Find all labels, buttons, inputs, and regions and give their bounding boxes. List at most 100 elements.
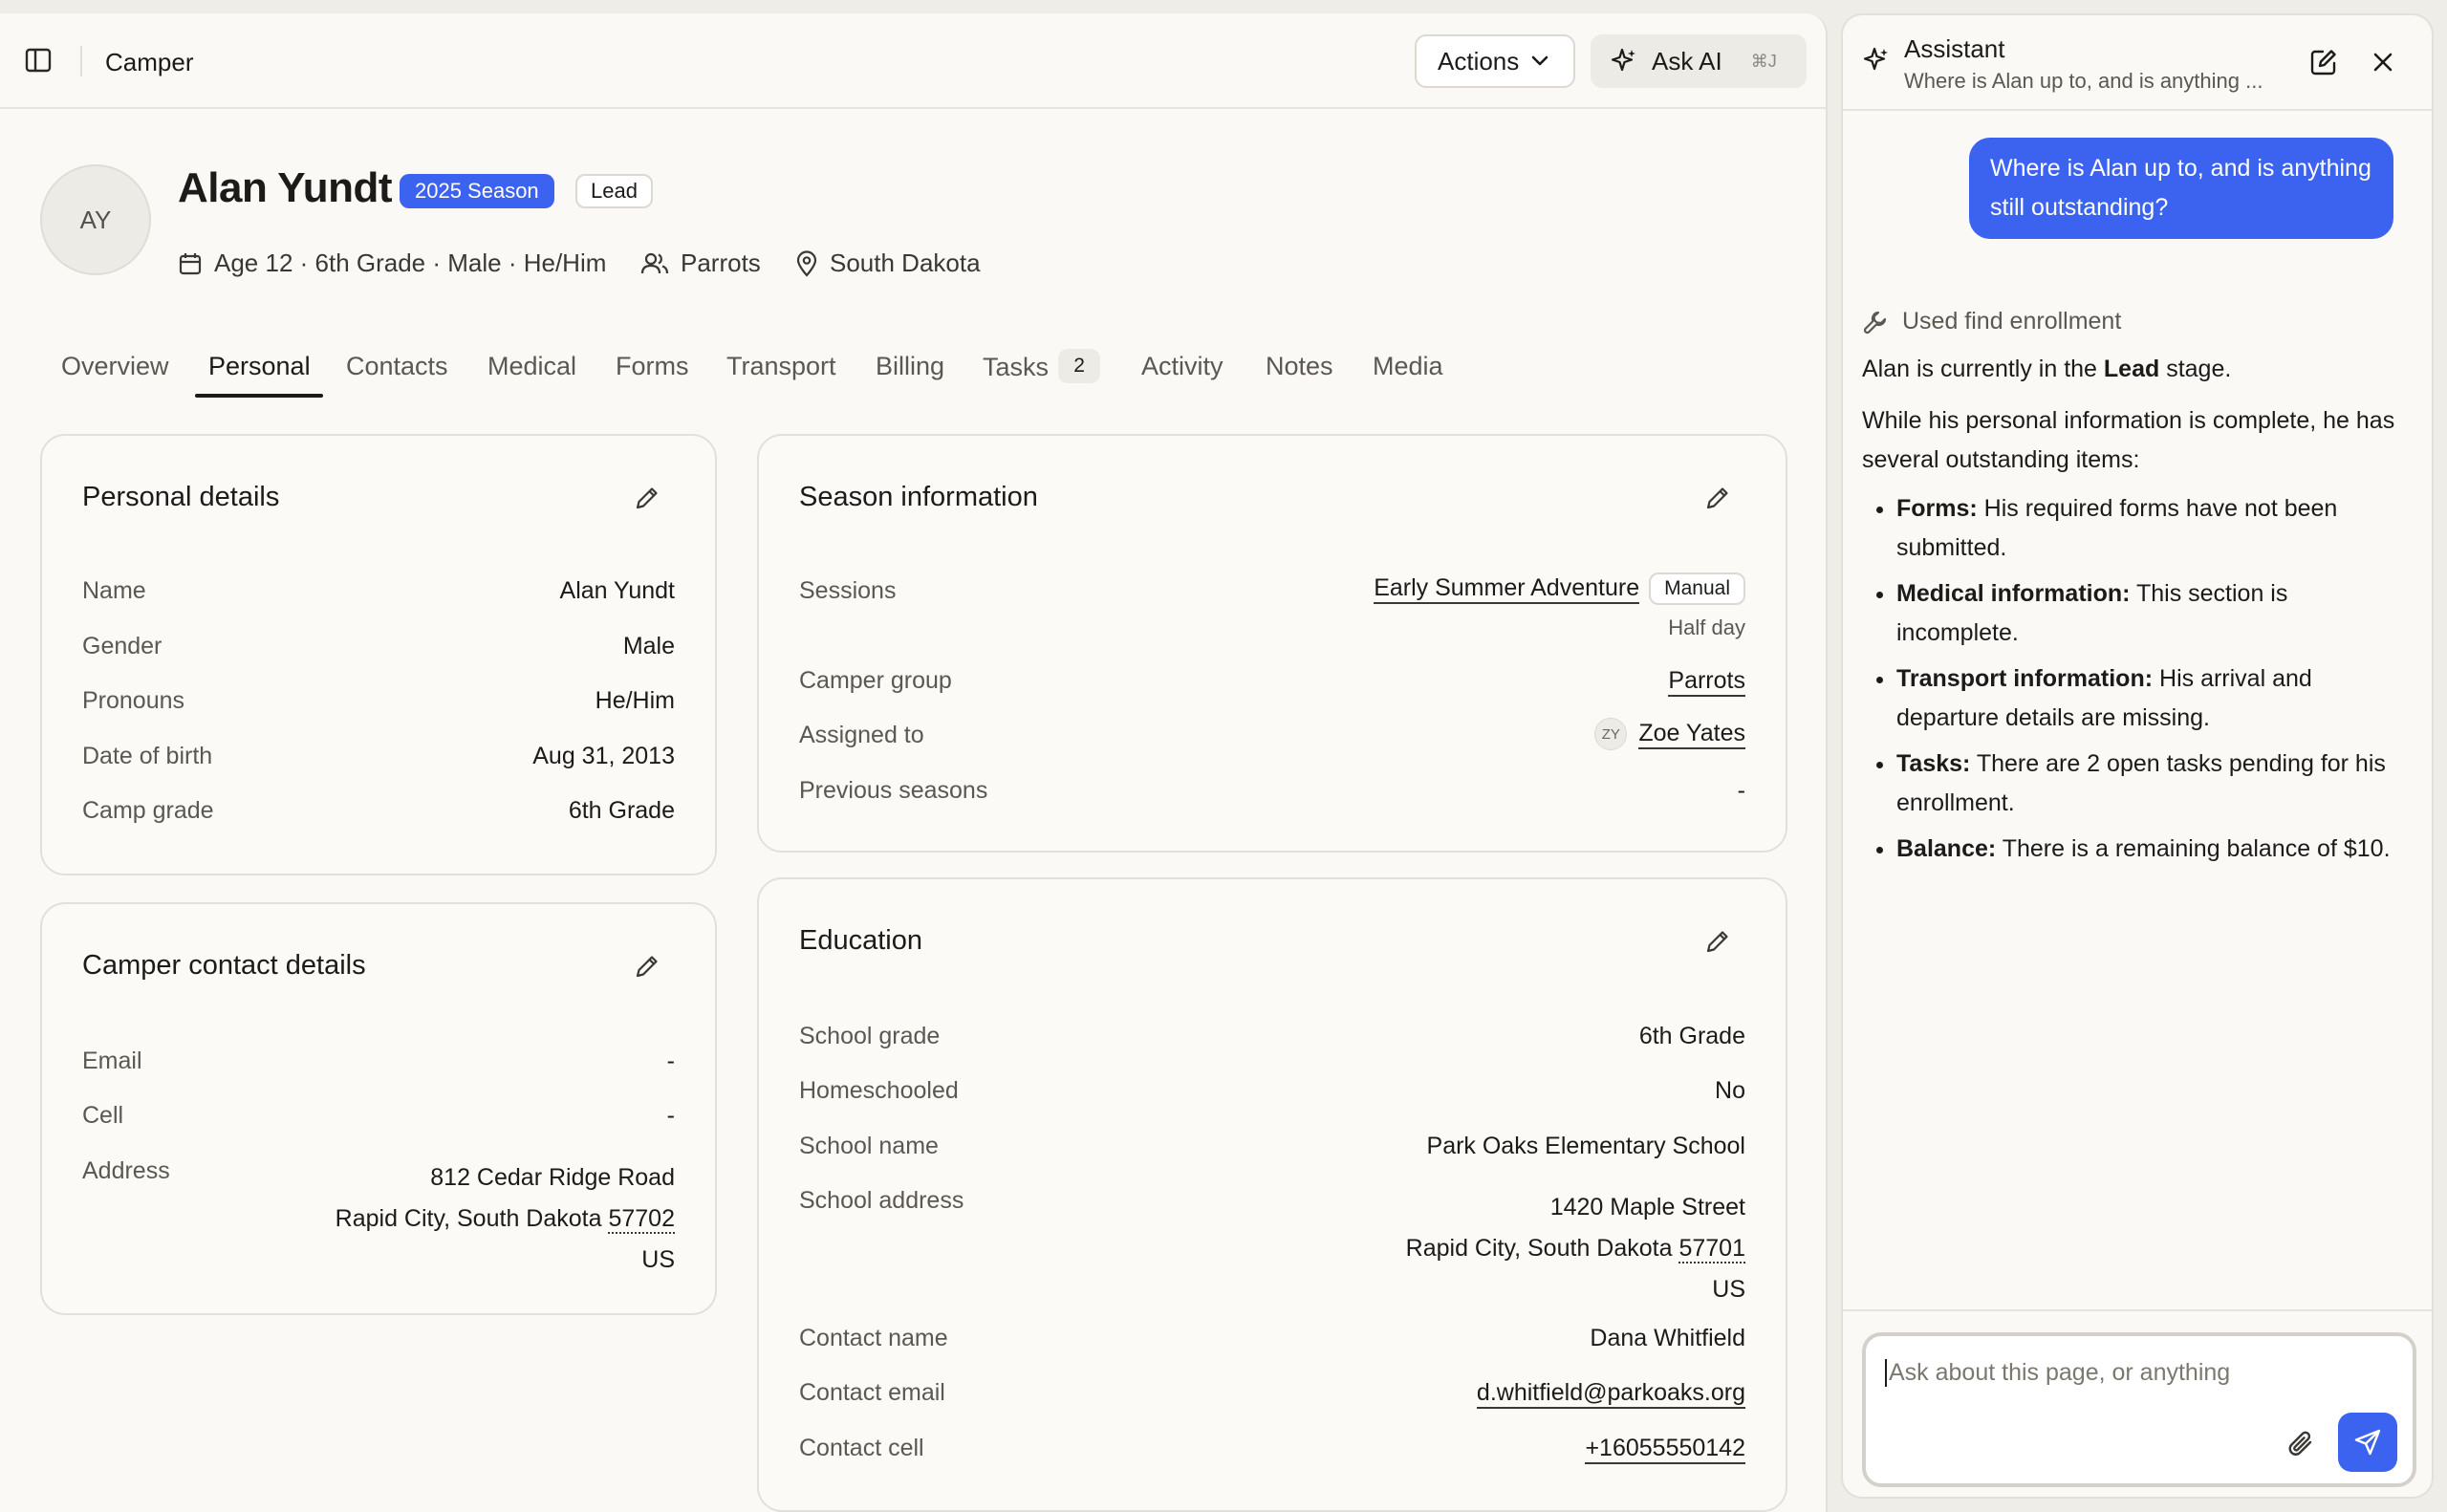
composer-divider: [1843, 1309, 2432, 1311]
address-value: 812 Cedar Ridge Road Rapid City, South D…: [336, 1157, 675, 1281]
breadcrumb[interactable]: Camper: [105, 48, 193, 77]
school-address-label: School address: [799, 1187, 964, 1214]
camp-grade-value: 6th Grade: [568, 797, 675, 824]
contact-email-label: Contact email: [799, 1379, 945, 1406]
ask-ai-button[interactable]: Ask AI ⌘J: [1591, 34, 1807, 88]
email-label: Email: [82, 1048, 142, 1074]
ask-ai-shortcut: ⌘J: [1750, 51, 1777, 71]
main-panel: Camper Actions Ask AI ⌘J AY Alan Yundt 2…: [0, 13, 1828, 1512]
pencil-icon[interactable]: [1703, 927, 1732, 956]
school-grade-label: School grade: [799, 1023, 941, 1049]
active-tab-indicator: [195, 394, 323, 398]
pencil-icon[interactable]: [633, 952, 661, 981]
contact-name-label: Contact name: [799, 1325, 948, 1351]
item-label: Forms:: [1896, 495, 1978, 522]
previous-seasons-value: -: [1737, 777, 1745, 804]
tab-notes[interactable]: Notes: [1266, 352, 1333, 381]
actions-button[interactable]: Actions: [1415, 34, 1575, 88]
assigned-link[interactable]: Zoe Yates: [1638, 719, 1745, 749]
school-address-country: US: [1712, 1276, 1745, 1303]
gender-label: Gender: [82, 633, 162, 659]
pencil-icon[interactable]: [1703, 484, 1732, 512]
list-item: Forms: His required forms have not been …: [1896, 489, 2397, 568]
item-text: There is a remaining balance of $10.: [1996, 835, 2391, 862]
user-message: Where is Alan up to, and is anything sti…: [1969, 138, 2393, 239]
assistant-header: Assistant Where is Alan up to, and is an…: [1843, 15, 2432, 111]
season-badge: 2025 Season: [400, 174, 554, 208]
tab-overview[interactable]: Overview: [61, 352, 169, 381]
sessions-label: Sessions: [799, 577, 897, 604]
contact-cell-label: Contact cell: [799, 1435, 924, 1461]
item-label: Tasks:: [1896, 750, 1971, 777]
assistant-subtitle: Where is Alan up to, and is anything ...: [1904, 69, 2263, 93]
send-button[interactable]: [2338, 1413, 2397, 1472]
camper-name: Alan Yundt: [178, 164, 392, 211]
list-item: Transport information: His arrival and d…: [1896, 659, 2397, 738]
cell-label: Cell: [82, 1102, 124, 1129]
tab-personal[interactable]: Personal: [208, 352, 311, 381]
school-grade-value: 6th Grade: [1638, 1023, 1745, 1049]
avatar: AY: [40, 164, 151, 275]
reply-intro-post: stage.: [2159, 356, 2232, 382]
school-address-zip[interactable]: 57701: [1678, 1235, 1745, 1264]
assigned-value: ZY Zoe Yates: [1594, 718, 1745, 750]
tab-activity[interactable]: Activity: [1141, 352, 1224, 381]
reply-intro-bold: Lead: [2103, 356, 2160, 382]
close-icon[interactable]: [2371, 50, 2395, 75]
wrench-icon: [1862, 309, 1889, 335]
address-zip[interactable]: 57702: [608, 1205, 675, 1234]
tab-medical[interactable]: Medical: [487, 352, 576, 381]
card-title: Education: [799, 925, 922, 956]
users-icon: [640, 251, 669, 276]
assistant-panel: Assistant Where is Alan up to, and is an…: [1841, 13, 2434, 1499]
camp-grade-label: Camp grade: [82, 797, 214, 824]
tab-forms[interactable]: Forms: [616, 352, 689, 381]
tab-contacts[interactable]: Contacts: [346, 352, 448, 381]
item-label: Transport information:: [1896, 665, 2154, 692]
list-item: Balance: There is a remaining balance of…: [1896, 830, 2397, 869]
assistant-reply-intro: Alan is currently in the Lead stage.: [1862, 350, 2397, 389]
meta-age-text: Age 12 · 6th Grade · Male · He/Him: [214, 248, 607, 277]
dob-value: Aug 31, 2013: [532, 743, 675, 769]
address-country: US: [641, 1246, 675, 1273]
avatar: ZY: [1594, 718, 1628, 750]
meta-location: South Dakota: [795, 248, 981, 278]
tab-tasks-label: Tasks: [983, 353, 1050, 382]
stage-badge: Lead: [575, 174, 653, 208]
tab-media[interactable]: Media: [1373, 352, 1443, 381]
item-text: There are 2 open tasks pending for his e…: [1896, 750, 2386, 816]
meta-age: Age 12 · 6th Grade · Male · He/Him: [178, 248, 606, 278]
session-link[interactable]: Early Summer Adventure: [1374, 573, 1640, 604]
ask-ai-label: Ask AI: [1652, 46, 1722, 76]
personal-details-card: Personal details Name Alan Yundt Gender …: [40, 434, 717, 875]
contact-cell-link[interactable]: +16055550142: [1585, 1435, 1745, 1464]
pencil-icon[interactable]: [633, 484, 661, 512]
sidebar-toggle-icon[interactable]: [25, 48, 57, 76]
assistant-reply-paragraph: While his personal information is comple…: [1862, 407, 2395, 473]
paperclip-icon[interactable]: [2285, 1428, 2319, 1462]
cell-value: -: [666, 1102, 675, 1129]
sparkle-icon: [1610, 47, 1638, 76]
tab-transport[interactable]: Transport: [726, 352, 836, 381]
contact-email-link[interactable]: d.whitfield@parkoaks.org: [1476, 1379, 1745, 1409]
camper-group-link[interactable]: Parrots: [1668, 667, 1745, 697]
assigned-label: Assigned to: [799, 722, 924, 748]
calendar-icon: [178, 251, 203, 276]
send-icon: [2353, 1428, 2382, 1457]
previous-seasons-label: Previous seasons: [799, 777, 988, 804]
address-city-line: Rapid City, South Dakota 57702: [336, 1199, 675, 1240]
tool-used-text: Used find enrollment: [1902, 308, 2122, 335]
school-address-city-line: Rapid City, South Dakota 57701: [1406, 1228, 1745, 1269]
meta-group-text: Parrots: [681, 248, 761, 277]
contact-cell-value: +16055550142: [1585, 1435, 1745, 1464]
name-label: Name: [82, 577, 146, 604]
tab-tasks[interactable]: Tasks 2: [983, 349, 1101, 386]
school-address-line1: 1420 Maple Street: [1549, 1194, 1745, 1220]
new-chat-icon[interactable]: [2309, 48, 2338, 76]
chat-input[interactable]: [1885, 1359, 2382, 1387]
name-value: Alan Yundt: [559, 577, 675, 604]
contact-details-card: Camper contact details Email - Cell - Ad…: [40, 902, 717, 1315]
homeschooled-label: Homeschooled: [799, 1077, 959, 1104]
tab-billing[interactable]: Billing: [876, 352, 944, 381]
address-city: Rapid City, South Dakota: [335, 1205, 602, 1232]
